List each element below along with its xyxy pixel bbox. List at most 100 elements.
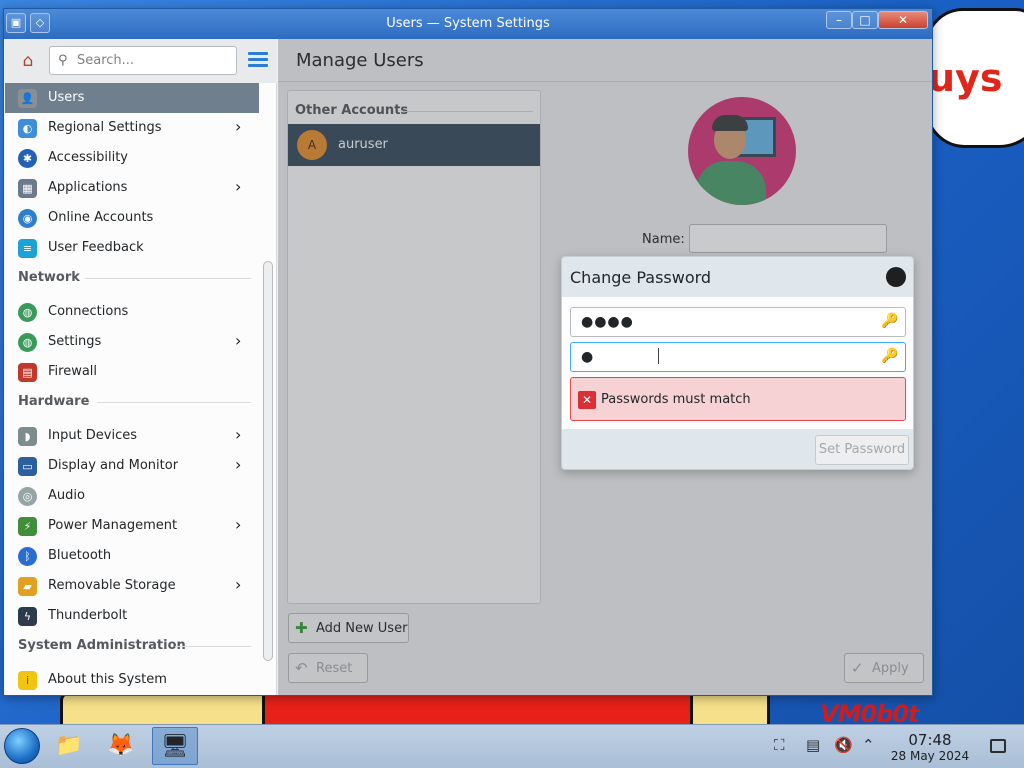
dialog-close-icon[interactable]	[886, 267, 906, 287]
start-menu-button[interactable]	[4, 728, 40, 764]
firefox-icon[interactable]: 🦊	[102, 727, 140, 765]
password-dots: ●●●●	[581, 314, 634, 330]
network-settings-icon: ◍	[18, 333, 37, 352]
sidebar-item-user-feedback[interactable]: ≡ User Feedback	[5, 233, 259, 263]
sidebar-item-label: Audio	[48, 488, 85, 503]
thunderbolt-icon: ϟ	[18, 607, 37, 626]
wallpaper-cartoon-right	[690, 692, 770, 724]
sidebar-item-label: Online Accounts	[48, 210, 154, 225]
search-icon: ⚲	[58, 53, 68, 68]
chevron-right-icon: ›	[235, 331, 242, 350]
chevron-right-icon: ›	[235, 425, 242, 444]
clipboard-tray-icon[interactable]: ▤	[806, 736, 820, 754]
sidebar-item-online-accounts[interactable]: ◉ Online Accounts	[5, 203, 259, 233]
window-titlebar[interactable]: ▣ ◇ Users — System Settings – □ ✕	[4, 9, 932, 39]
sidebar-item-thunderbolt[interactable]: ϟ Thunderbolt	[5, 601, 259, 631]
chevron-right-icon: ›	[235, 117, 242, 136]
sidebar-toolbar: ⌂ ⚲ Search...	[5, 39, 277, 83]
clock-time[interactable]: 07:48	[890, 731, 970, 749]
sidebar-item-about-system[interactable]: i About this System	[5, 665, 259, 695]
hamburger-menu-icon[interactable]	[248, 52, 268, 68]
online-accounts-icon: ◉	[18, 209, 37, 228]
sidebar-item-label: Removable Storage	[48, 578, 176, 593]
show-password-key-icon[interactable]: 🔑	[881, 348, 898, 364]
chevron-right-icon: ›	[235, 575, 242, 594]
wallpaper-signature: VM0b0t	[820, 700, 920, 724]
sidebar-item-label: Firewall	[48, 364, 98, 379]
sidebar-item-label: Bluetooth	[48, 548, 112, 563]
sidebar-item-removable-storage[interactable]: ▰ Removable Storage ›	[5, 571, 259, 601]
sidebar-item-label: Regional Settings	[48, 120, 162, 135]
search-placeholder: Search...	[77, 53, 135, 68]
sidebar-item-applications[interactable]: ▦ Applications ›	[5, 173, 259, 203]
about-system-icon: i	[18, 671, 37, 690]
sidebar-item-audio[interactable]: ◎ Audio	[5, 481, 259, 511]
section-header-system-administration: System Administration	[18, 638, 186, 653]
accessibility-icon: ✱	[18, 149, 37, 168]
sidebar-item-label: About this System	[48, 672, 167, 687]
sidebar-item-label: Input Devices	[48, 428, 138, 443]
sidebar-item-label: Users	[48, 90, 85, 105]
password-mismatch-error: ✕ Passwords must match	[570, 377, 906, 421]
sidebar-item-regional-settings[interactable]: ◐ Regional Settings ›	[5, 113, 259, 143]
chevron-up-icon[interactable]: ⌃	[862, 736, 875, 754]
clock-date[interactable]: 28 May 2024	[884, 749, 976, 763]
set-password-button[interactable]: Set Password	[815, 435, 909, 465]
network-tray-icon[interactable]: ⛶	[774, 736, 785, 754]
section-header-hardware: Hardware	[18, 394, 90, 409]
minimize-button[interactable]: –	[826, 11, 852, 29]
sidebar-item-label: Thunderbolt	[48, 608, 128, 623]
system-settings-task-icon[interactable]: 🖥	[152, 727, 198, 765]
connections-icon: ◍	[18, 303, 37, 322]
section-divider	[175, 646, 251, 647]
volume-muted-icon[interactable]: 🔇	[834, 736, 853, 754]
power-management-icon: ⚡	[18, 517, 37, 536]
sidebar-item-label: User Feedback	[48, 240, 144, 255]
confirm-password-field[interactable]: ● 🔑	[570, 342, 906, 372]
user-feedback-icon: ≡	[18, 239, 37, 258]
sidebar-item-label: Accessibility	[48, 150, 128, 165]
sidebar-item-users[interactable]: 👤 Users	[5, 83, 259, 113]
sidebar-scrollbar[interactable]	[263, 261, 273, 661]
error-message: Passwords must match	[601, 392, 751, 407]
section-divider	[97, 402, 251, 403]
maximize-button[interactable]: □	[852, 11, 878, 29]
sidebar-item-accessibility[interactable]: ✱ Accessibility	[5, 143, 259, 173]
close-button[interactable]: ✕	[878, 11, 928, 29]
firewall-icon: ▤	[18, 363, 37, 382]
sidebar-item-network-settings[interactable]: ◍ Settings ›	[5, 327, 259, 357]
show-password-key-icon[interactable]: 🔑	[881, 313, 898, 329]
sidebar-item-label: Applications	[48, 180, 128, 195]
sidebar-item-power-management[interactable]: ⚡ Power Management ›	[5, 511, 259, 541]
search-input[interactable]: ⚲ Search...	[49, 46, 237, 75]
display-monitor-icon: ▭	[18, 457, 37, 476]
taskbar: 📁 🦊 🖥 ⛶ ▤ 🔇 ⌃ 07:48 28 May 2024	[0, 724, 1024, 768]
confirm-password-dots: ●	[581, 349, 595, 365]
show-desktop-icon[interactable]	[990, 739, 1006, 753]
sidebar-item-label: Connections	[48, 304, 129, 319]
section-divider	[85, 278, 251, 279]
sidebar-item-label: Display and Monitor	[48, 458, 179, 473]
removable-storage-icon: ▰	[18, 577, 37, 596]
file-manager-icon[interactable]: 📁	[50, 727, 88, 765]
section-header-network: Network	[18, 270, 80, 285]
sidebar-item-label: Settings	[48, 334, 102, 349]
settings-sidebar: ⌂ ⚲ Search... 👤 Users ◐ Regional Setting…	[5, 39, 277, 695]
sidebar-item-firewall[interactable]: ▤ Firewall	[5, 357, 259, 387]
applications-icon: ▦	[18, 179, 37, 198]
home-icon[interactable]: ⌂	[15, 48, 41, 74]
error-icon: ✕	[578, 391, 596, 409]
sidebar-item-bluetooth[interactable]: ᛒ Bluetooth	[5, 541, 259, 571]
change-password-dialog: Change Password ●●●● 🔑 ● 🔑 ✕ Passwords m…	[561, 256, 914, 470]
sidebar-item-connections[interactable]: ◍ Connections	[5, 297, 259, 327]
wallpaper-cartoon-left	[60, 692, 270, 724]
chevron-right-icon: ›	[235, 177, 242, 196]
chevron-right-icon: ›	[235, 515, 242, 534]
dialog-header: Change Password	[562, 257, 913, 297]
window-title: Users — System Settings	[386, 16, 550, 31]
sidebar-item-input-devices[interactable]: ◗ Input Devices ›	[5, 421, 259, 451]
text-cursor	[658, 348, 659, 364]
sidebar-item-display-monitor[interactable]: ▭ Display and Monitor ›	[5, 451, 259, 481]
sidebar-item-label: Power Management	[48, 518, 178, 533]
password-field[interactable]: ●●●● 🔑	[570, 307, 906, 337]
